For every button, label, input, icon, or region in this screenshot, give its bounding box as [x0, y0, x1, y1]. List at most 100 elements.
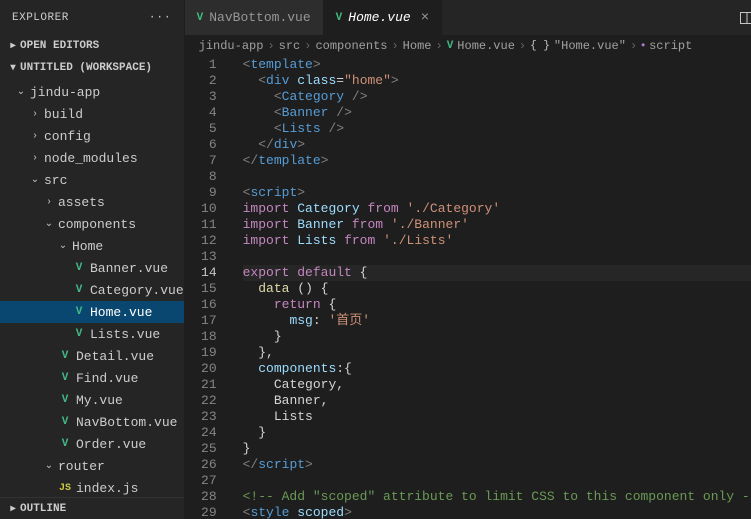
breadcrumb-item[interactable]: Home: [403, 39, 432, 53]
code-line[interactable]: <style scoped>: [243, 505, 751, 519]
breadcrumb-item[interactable]: components: [315, 39, 387, 53]
breadcrumb-item[interactable]: ⬩script: [641, 39, 692, 53]
chevron-down-icon: ⌄: [28, 174, 42, 186]
chevron-down-icon: ⌄: [56, 240, 70, 252]
code-line[interactable]: Banner,: [243, 393, 751, 409]
code-line[interactable]: </template>: [243, 153, 751, 169]
code-line[interactable]: }: [243, 329, 751, 345]
section-workspace[interactable]: ▾ UNTITLED (WORKSPACE): [0, 57, 184, 79]
chevron-down-icon: ⌄: [42, 460, 56, 472]
tree-folder-home[interactable]: ⌄Home: [0, 235, 184, 257]
code-line[interactable]: </div>: [243, 137, 751, 153]
chevron-right-icon: ›: [28, 131, 42, 142]
vue-icon: V: [76, 262, 83, 274]
code-line[interactable]: <!-- Add "scoped" attribute to limit CSS…: [243, 489, 751, 505]
file-tree: ⌄jindu-app ›build ›config ›node_modules …: [0, 79, 184, 497]
explorer-title: EXPLORER: [12, 12, 69, 24]
code-line[interactable]: }: [243, 425, 751, 441]
tree-file-order[interactable]: VOrder.vue: [0, 433, 184, 455]
code-line[interactable]: components:{: [243, 361, 751, 377]
code-line[interactable]: },: [243, 345, 751, 361]
tree-file-index-js[interactable]: JSindex.js: [0, 477, 184, 497]
section-label: OPEN EDITORS: [20, 40, 99, 52]
tree-file-category[interactable]: VCategory.vue: [0, 279, 184, 301]
tree-folder-build[interactable]: ›build: [0, 103, 184, 125]
tab-label: NavBottom.vue: [209, 10, 310, 25]
tree-folder-router[interactable]: ⌄router: [0, 455, 184, 477]
code-line[interactable]: export default {: [243, 265, 751, 281]
code-content[interactable]: <template> <div class="home"> <Category …: [229, 57, 751, 519]
split-editor-icon[interactable]: [739, 10, 751, 26]
chevron-down-icon: ▾: [6, 62, 20, 74]
breadcrumb-item[interactable]: jindu-app: [199, 39, 264, 53]
code-line[interactable]: <Category />: [243, 89, 751, 105]
section-open-editors[interactable]: ▸ OPEN EDITORS: [0, 35, 184, 57]
tree-file-navbottom[interactable]: VNavBottom.vue: [0, 411, 184, 433]
code-line[interactable]: Lists: [243, 409, 751, 425]
tab-bar: V NavBottom.vue V Home.vue ×: [185, 0, 751, 35]
tab-label: Home.vue: [348, 10, 410, 25]
section-outline[interactable]: ▸ OUTLINE: [0, 497, 184, 519]
line-number-gutter: 1234567891011121314151617181920212223242…: [185, 57, 229, 519]
code-line[interactable]: return {: [243, 297, 751, 313]
code-line[interactable]: }: [243, 441, 751, 457]
symbol-icon: ⬩: [641, 40, 645, 52]
tree-file-banner[interactable]: VBanner.vue: [0, 257, 184, 279]
vue-icon: V: [76, 328, 83, 340]
js-icon: JS: [59, 483, 71, 494]
tree-file-detail[interactable]: VDetail.vue: [0, 345, 184, 367]
tree-folder-assets[interactable]: ›assets: [0, 191, 184, 213]
code-line[interactable]: [243, 473, 751, 489]
tree-folder-root[interactable]: ⌄jindu-app: [0, 81, 184, 103]
code-line[interactable]: <div class="home">: [243, 73, 751, 89]
chevron-right-icon: ›: [28, 109, 42, 120]
chevron-down-icon: ⌄: [42, 218, 56, 230]
vue-icon: V: [197, 12, 204, 24]
code-line[interactable]: <Banner />: [243, 105, 751, 121]
section-label: UNTITLED (WORKSPACE): [20, 62, 152, 74]
chevron-right-icon: ›: [28, 153, 42, 164]
section-label: OUTLINE: [20, 503, 66, 515]
code-line[interactable]: <Lists />: [243, 121, 751, 137]
breadcrumb-item[interactable]: src: [279, 39, 301, 53]
tab-navbottom[interactable]: V NavBottom.vue: [185, 0, 324, 35]
tree-file-lists[interactable]: VLists.vue: [0, 323, 184, 345]
tab-home[interactable]: V Home.vue ×: [324, 0, 442, 35]
vue-icon: V: [447, 40, 454, 52]
tree-folder-config[interactable]: ›config: [0, 125, 184, 147]
code-line[interactable]: <script>: [243, 185, 751, 201]
editor-area: V NavBottom.vue V Home.vue × jindu-app› …: [185, 0, 751, 519]
vue-icon: V: [62, 350, 69, 362]
more-icon[interactable]: ···: [149, 12, 172, 24]
chevron-right-icon: ▸: [6, 503, 20, 515]
breadcrumb-item[interactable]: VHome.vue: [447, 39, 515, 53]
code-line[interactable]: import Category from './Category': [243, 201, 751, 217]
code-editor[interactable]: 1234567891011121314151617181920212223242…: [185, 57, 751, 519]
braces-icon: { }: [530, 40, 550, 52]
code-line[interactable]: [243, 249, 751, 265]
vue-icon: V: [62, 416, 69, 428]
code-line[interactable]: msg: '首页': [243, 313, 751, 329]
code-line[interactable]: import Banner from './Banner': [243, 217, 751, 233]
code-line[interactable]: data () {: [243, 281, 751, 297]
explorer-sidebar: EXPLORER ··· ▸ OPEN EDITORS ▾ UNTITLED (…: [0, 0, 185, 519]
code-line[interactable]: Category,: [243, 377, 751, 393]
chevron-right-icon: ▸: [6, 40, 20, 52]
tree-folder-components[interactable]: ⌄components: [0, 213, 184, 235]
code-line[interactable]: </script>: [243, 457, 751, 473]
explorer-header: EXPLORER ···: [0, 0, 184, 35]
tree-file-home-vue[interactable]: VHome.vue: [0, 301, 184, 323]
close-icon[interactable]: ×: [417, 10, 429, 26]
vue-icon: V: [76, 284, 83, 296]
tree-folder-node-modules[interactable]: ›node_modules: [0, 147, 184, 169]
breadcrumbs: jindu-app› src› components› Home› VHome.…: [185, 35, 751, 57]
tree-file-my[interactable]: VMy.vue: [0, 389, 184, 411]
code-line[interactable]: import Lists from './Lists': [243, 233, 751, 249]
code-line[interactable]: <template>: [243, 57, 751, 73]
tree-file-find[interactable]: VFind.vue: [0, 367, 184, 389]
vue-icon: V: [62, 394, 69, 406]
vue-icon: V: [76, 306, 83, 318]
code-line[interactable]: [243, 169, 751, 185]
tree-folder-src[interactable]: ⌄src: [0, 169, 184, 191]
breadcrumb-item[interactable]: { }"Home.vue": [530, 39, 626, 53]
